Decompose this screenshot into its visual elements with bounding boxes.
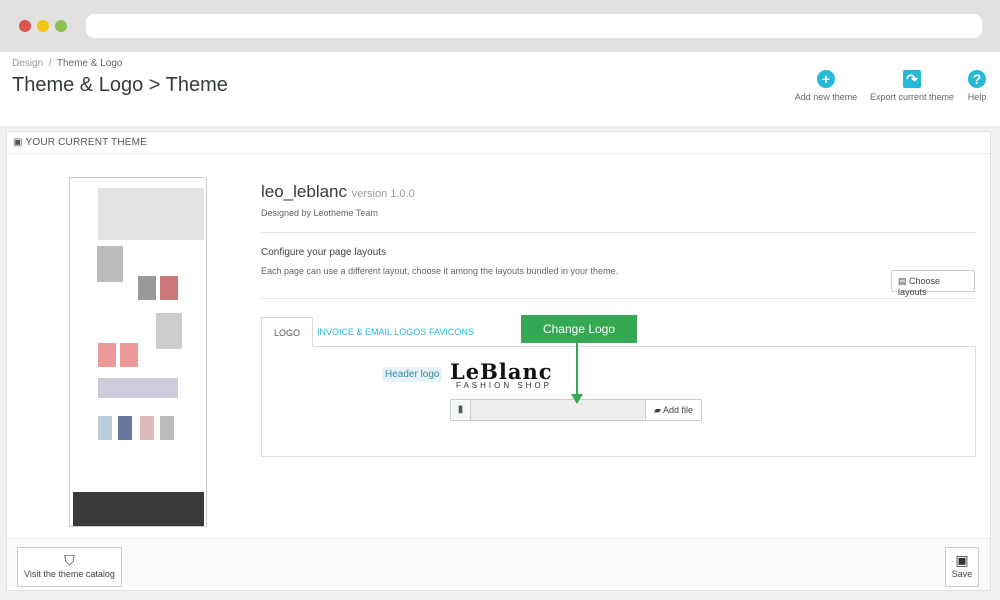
layouts-description: Each page can use a different layout, ch… (261, 266, 619, 276)
theme-info: leo_leblanc version 1.0.0 Designed by Le… (261, 182, 976, 299)
button-label: Add new theme (794, 92, 858, 102)
file-icon: ▮ (451, 400, 471, 420)
close-dot[interactable] (19, 20, 31, 32)
panel-heading-text: YOUR CURRENT THEME (25, 137, 148, 148)
divider (261, 232, 976, 233)
maximize-dot[interactable] (55, 20, 67, 32)
export-theme-button[interactable]: ↷ Export current theme (866, 70, 958, 102)
question-circle-icon: ? (968, 70, 986, 88)
choose-layouts-button[interactable]: ▤ Choose layouts (891, 270, 975, 297)
breadcrumb-current: Theme & Logo (56, 58, 123, 69)
divider (261, 298, 976, 299)
add-new-theme-button[interactable]: + Add new theme (790, 70, 862, 102)
theme-version: version 1.0.0 (351, 188, 415, 200)
button-label: Save (951, 569, 973, 579)
visit-theme-catalog-button[interactable]: ⛉ Visit the theme catalog (17, 547, 122, 587)
button-label: Visit the theme catalog (24, 569, 115, 579)
address-bar[interactable] (86, 14, 982, 38)
theme-name: leo_leblanc (261, 182, 348, 201)
annotation-arrow (576, 343, 578, 397)
breadcrumb: Design / Theme & Logo (12, 58, 122, 69)
plus-circle-icon: + (817, 70, 835, 88)
tab-logo[interactable]: LOGO (261, 317, 314, 347)
layouts-title: Configure your page layouts (261, 247, 387, 258)
html5-icon: ⛉ (64, 552, 75, 568)
minimize-dot[interactable] (37, 20, 49, 32)
breadcrumb-separator: / (48, 58, 52, 69)
folder-open-icon: ▰ (654, 405, 661, 415)
file-icon: ▤ (898, 276, 907, 286)
page-title: Theme & Logo > Theme (12, 74, 228, 96)
file-name-field[interactable] (471, 400, 645, 420)
help-button[interactable]: ? Help (962, 70, 992, 102)
theme-designer: Designed by Leotheme Team (261, 208, 378, 218)
share-icon: ↷ (903, 70, 921, 88)
change-logo-annotation: Change Logo (521, 315, 637, 343)
save-icon: ▣ (955, 552, 969, 568)
tab-content: Header logo LeBlanc FASHION SHOP ▮ ▰ Add… (261, 346, 976, 457)
button-label: Add file (662, 405, 693, 415)
button-label: Help (967, 92, 987, 102)
tab-favicons[interactable]: FAVICONS (417, 317, 486, 347)
breadcrumb-design[interactable]: Design (12, 58, 43, 69)
button-label: Export current theme (869, 92, 955, 102)
html5-icon: ▣ (13, 137, 23, 148)
logo-subtitle: FASHION SHOP (456, 381, 553, 390)
header-logo-label: Header logo (382, 367, 443, 382)
browser-chrome (0, 0, 1000, 52)
panel-heading: ▣ YOUR CURRENT THEME (7, 132, 990, 154)
save-button[interactable]: ▣ Save (945, 547, 979, 587)
add-file-button[interactable]: ▰ Add file (645, 400, 701, 420)
theme-preview-thumbnail (69, 177, 207, 527)
panel-footer: ⛉ Visit the theme catalog ▣ Save (7, 538, 990, 590)
arrow-head-icon (571, 394, 583, 404)
current-theme-panel: ▣ YOUR CURRENT THEME leo_leblanc version… (6, 131, 991, 591)
